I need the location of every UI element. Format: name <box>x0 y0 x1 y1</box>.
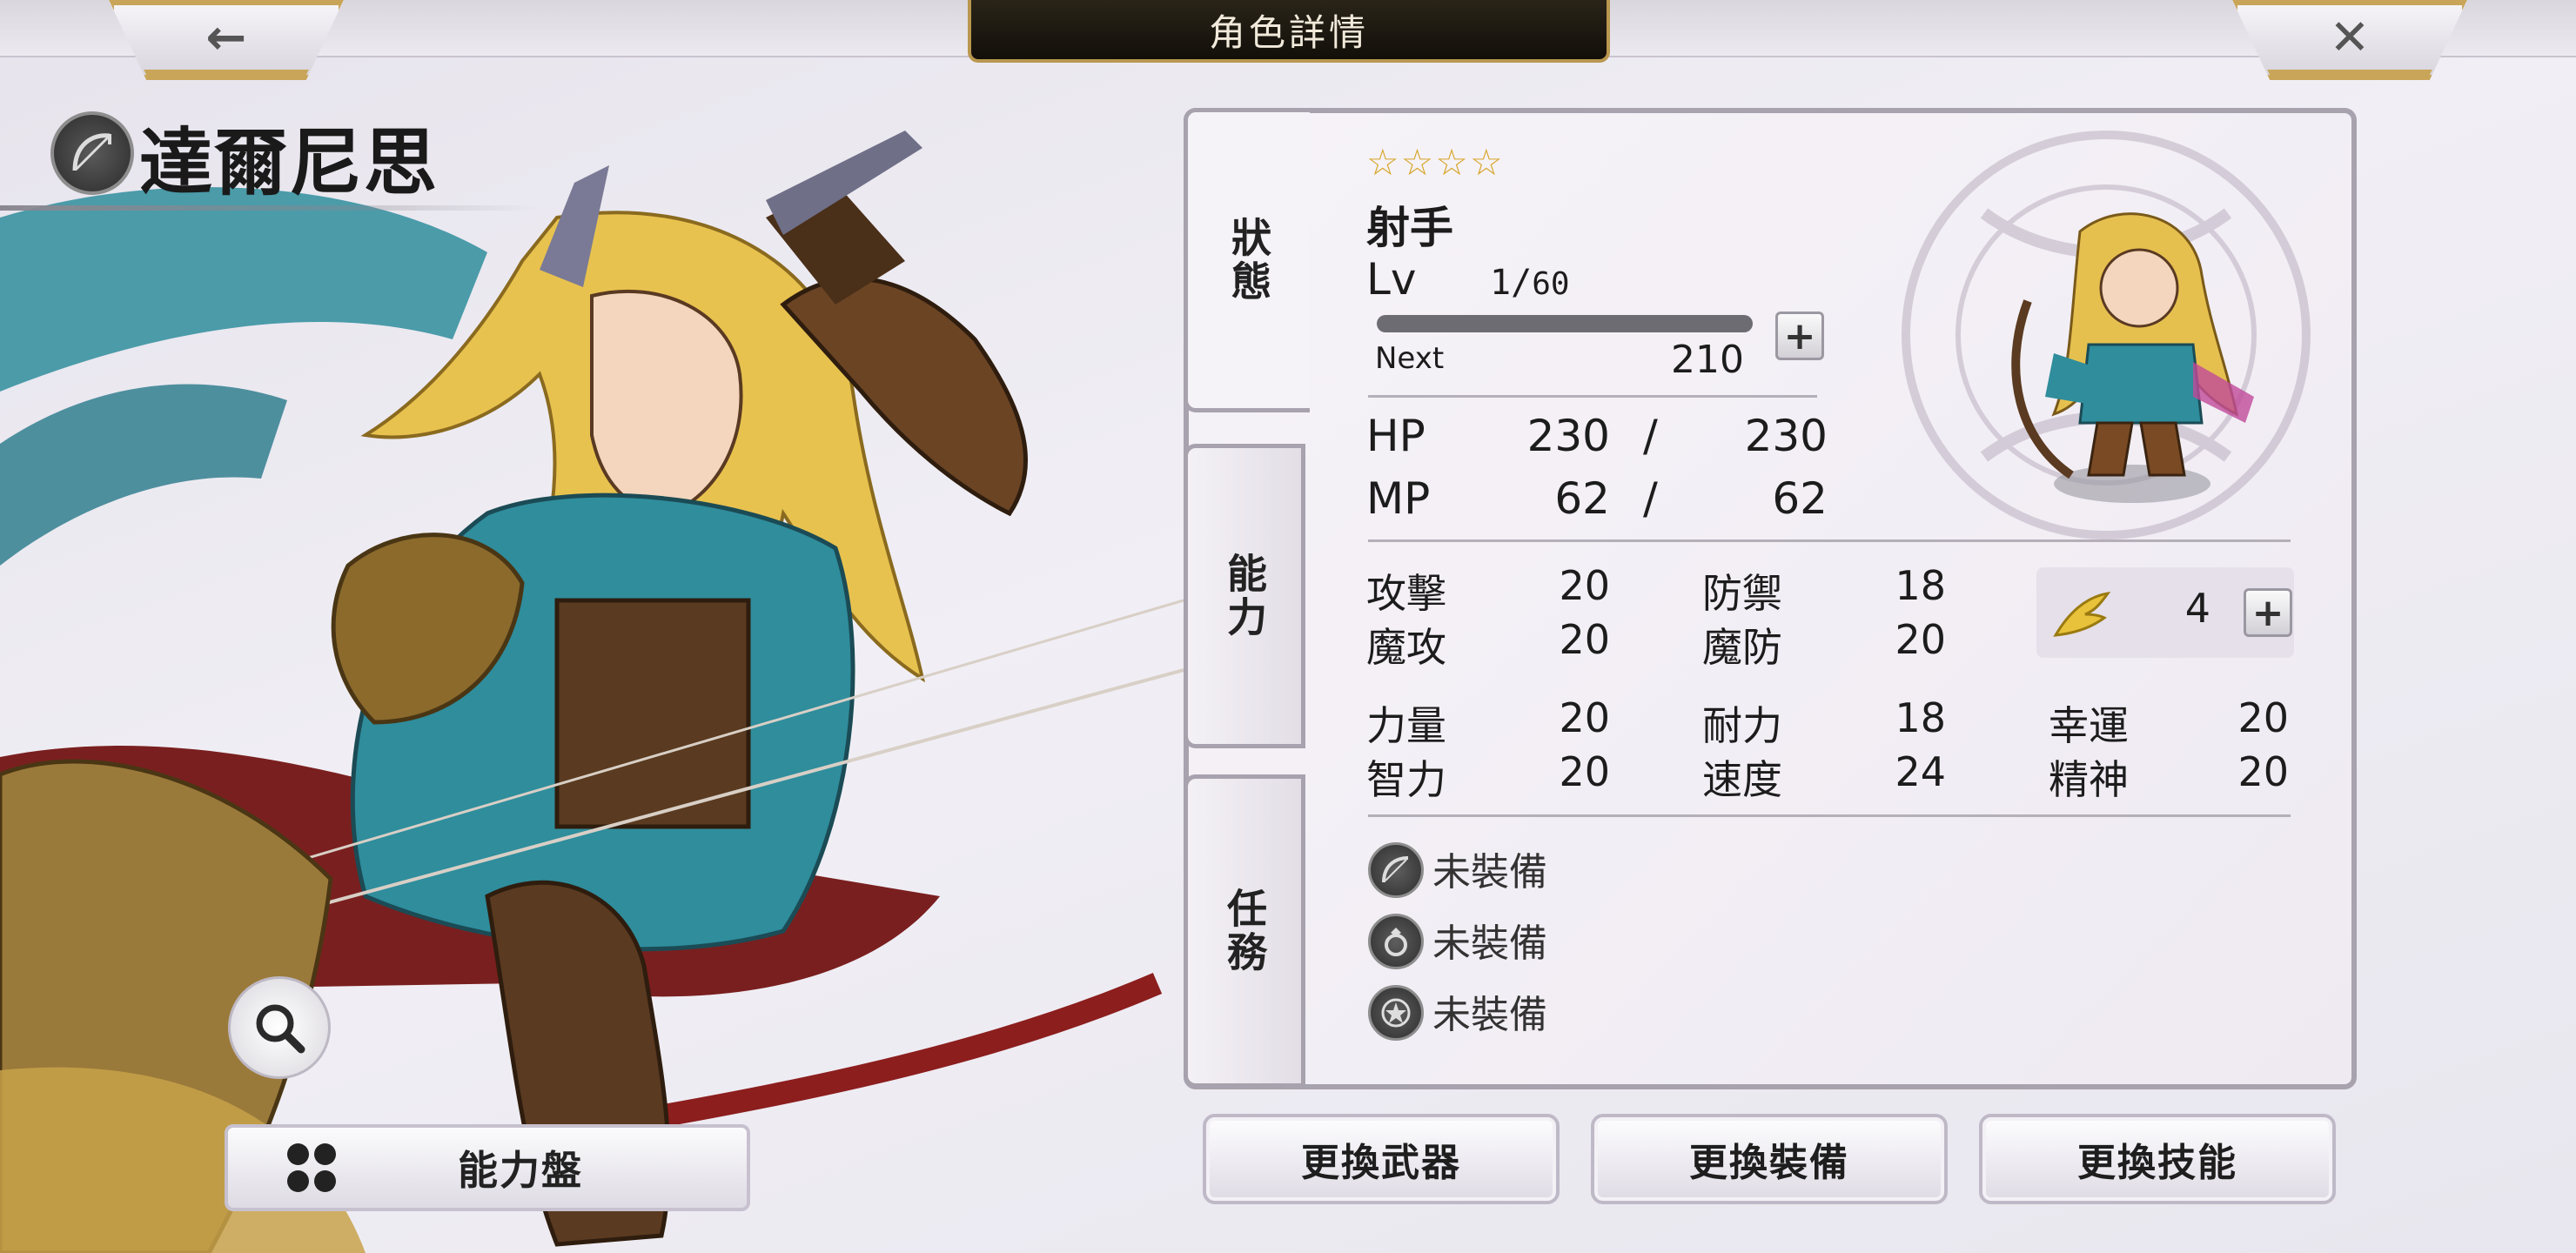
mp-label: MP <box>1366 473 1431 524</box>
next-exp-label: Next <box>1375 341 1445 376</box>
tab-status[interactable]: 狀態 <box>1184 108 1310 412</box>
spd-label: 速度 <box>1702 756 1782 803</box>
character-sprite <box>2011 212 2254 503</box>
atk-label: 攻擊 <box>1366 570 1446 617</box>
back-arrow-icon: ← <box>205 9 247 66</box>
next-exp-value: 210 <box>1671 338 1744 382</box>
matk-value: 20 <box>1559 616 1610 663</box>
spi-label: 精神 <box>2049 756 2129 803</box>
ring-slot-icon[interactable] <box>1368 914 1424 969</box>
ability-board-icon <box>287 1143 336 1192</box>
rarity-stars: ☆☆☆☆ <box>1366 141 1505 184</box>
end-value: 18 <box>1895 694 1946 741</box>
hp-label: HP <box>1366 411 1426 461</box>
back-button[interactable]: ← <box>109 0 344 80</box>
wing-icon <box>2053 591 2111 637</box>
mdef-label: 魔防 <box>1702 624 1782 671</box>
change-equipment-button[interactable]: 更換裝備 <box>1591 1114 1948 1204</box>
def-value: 18 <box>1895 562 1946 609</box>
mp-current: 62 <box>1554 473 1610 524</box>
divider <box>1368 539 2291 542</box>
close-button[interactable]: ✕ <box>2232 0 2467 80</box>
int-value: 20 <box>1559 748 1610 795</box>
equip-slot-3-label[interactable]: 未裝備 <box>1432 983 1547 1039</box>
atk-value: 20 <box>1559 562 1610 609</box>
skill-point-plus-button[interactable]: + <box>2244 588 2292 637</box>
name-underline <box>0 205 540 211</box>
ability-board-label: 能力盤 <box>458 1147 583 1194</box>
character-illustration <box>0 131 1184 1253</box>
hp-max: 230 <box>1744 411 1828 461</box>
page-title: 角色詳情 <box>968 0 1610 63</box>
str-label: 力量 <box>1366 702 1446 749</box>
spi-value: 20 <box>2237 748 2289 795</box>
level-value: 1/60 <box>1490 263 1570 303</box>
change-skill-button[interactable]: 更換技能 <box>1979 1114 2336 1204</box>
magnify-icon <box>256 1004 305 1054</box>
character-name: 達爾尼思 <box>139 119 439 205</box>
mdef-value: 20 <box>1895 616 1946 663</box>
tab-ability[interactable]: 能力 <box>1184 444 1305 748</box>
ability-board-button[interactable]: 能力盤 <box>225 1124 750 1211</box>
change-weapon-button[interactable]: 更換武器 <box>1203 1114 1560 1204</box>
level-current: 1 <box>1490 263 1512 303</box>
mp-separator: / <box>1643 473 1658 524</box>
spd-value: 24 <box>1895 748 1946 795</box>
str-value: 20 <box>1559 694 1610 741</box>
tab-quest[interactable]: 任務 <box>1184 774 1305 1088</box>
equip-slot-1-label[interactable]: 未裝備 <box>1432 841 1547 896</box>
emblem-slot-icon[interactable] <box>1368 985 1424 1041</box>
exp-bar <box>1377 315 1753 332</box>
hp-current: 230 <box>1526 411 1610 461</box>
level-separator: / <box>1511 263 1533 303</box>
matk-label: 魔攻 <box>1366 624 1446 671</box>
equip-slot-2-label[interactable]: 未裝備 <box>1432 912 1547 968</box>
close-icon: ✕ <box>2329 9 2371 66</box>
divider <box>1368 814 2291 817</box>
level-label: Lv <box>1366 254 1417 305</box>
zoom-art-button[interactable] <box>228 976 331 1079</box>
divider <box>1368 395 1817 398</box>
int-label: 智力 <box>1366 756 1446 803</box>
mp-max: 62 <box>1772 473 1828 524</box>
level-max: 60 <box>1532 266 1570 302</box>
skill-point-value: 4 <box>2184 585 2210 632</box>
level-up-plus-button[interactable]: + <box>1775 312 1824 360</box>
bow-class-icon <box>50 111 134 195</box>
bow-slot-icon[interactable] <box>1368 842 1424 898</box>
def-label: 防禦 <box>1702 570 1782 617</box>
luck-value: 20 <box>2237 694 2289 741</box>
luck-label: 幸運 <box>2049 702 2129 749</box>
end-label: 耐力 <box>1702 702 1782 749</box>
hp-separator: / <box>1643 411 1658 461</box>
job-class: 射手 <box>1366 203 1453 253</box>
